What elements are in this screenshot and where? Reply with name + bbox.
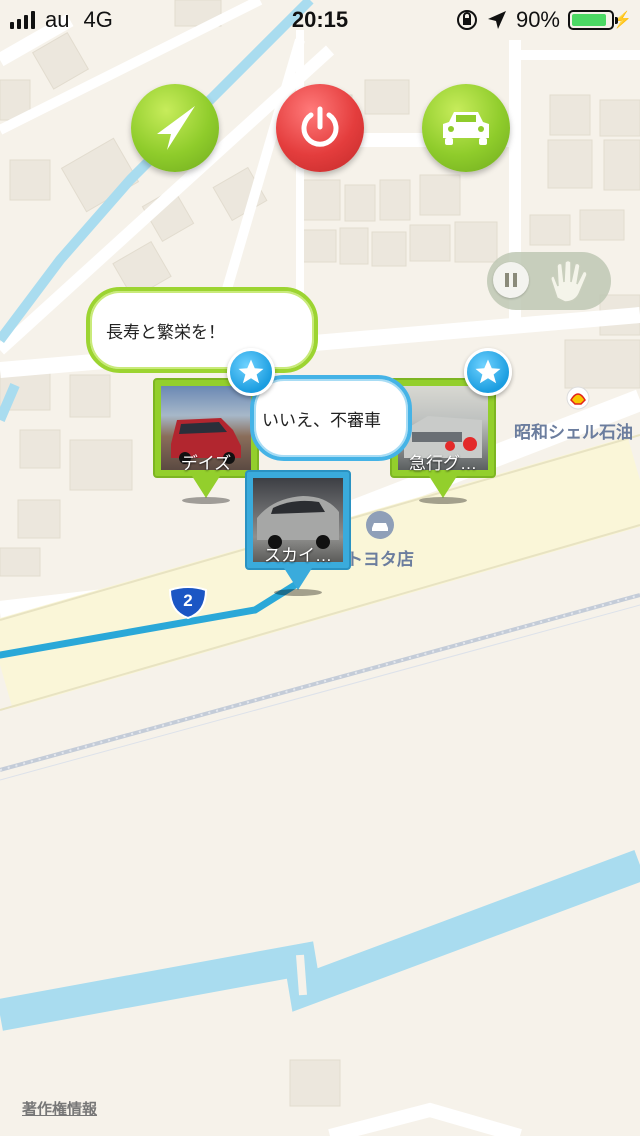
car-icon	[443, 112, 489, 145]
pin-label: 急行グ…	[409, 454, 477, 473]
car-button[interactable]	[422, 84, 510, 172]
network-label: 4G	[83, 7, 113, 32]
poi-shell-label[interactable]: 昭和シェル石油	[514, 418, 633, 443]
star-badge-icon	[464, 348, 512, 396]
signal-strength-icon	[10, 11, 35, 29]
pin-label: スカイ…	[264, 546, 332, 565]
battery-fill	[572, 14, 606, 26]
carrier-label: au	[45, 7, 70, 32]
route-number-label: 2	[183, 591, 193, 610]
hand-icon	[550, 259, 588, 303]
pause-icon[interactable]	[493, 262, 529, 298]
car-pin-skyline[interactable]: スカイ…	[245, 470, 351, 596]
power-icon	[301, 106, 339, 147]
pause-toggle[interactable]	[487, 252, 611, 310]
location-services-icon	[487, 11, 506, 29]
pin-label: デイズ	[180, 454, 232, 473]
bubble-text: 長寿と繁栄を！	[106, 322, 225, 342]
status-bar: au 4G 20:15 90% ⚡	[0, 0, 640, 40]
speech-bubble-no-suspicious: いいえ、不審車	[250, 375, 412, 461]
navigate-button[interactable]	[131, 84, 219, 172]
copyright-link[interactable]: 著作権情報	[22, 1098, 97, 1119]
speech-bubble-long-life: 長寿と繁栄を！	[86, 287, 318, 373]
route-number-marker: 2	[168, 586, 208, 620]
battery-icon: ⚡	[568, 10, 632, 30]
star-badge-icon	[227, 348, 275, 396]
car-dealer-icon	[365, 510, 395, 545]
shell-icon	[566, 386, 590, 415]
bubble-text: いいえ、不審車	[262, 410, 381, 430]
battery-percent: 90%	[515, 7, 560, 32]
orientation-lock-icon	[456, 10, 477, 30]
navigation-arrow-icon	[157, 106, 195, 150]
poi-toyota-label[interactable]: トヨタ店	[346, 545, 414, 570]
power-button[interactable]	[276, 84, 364, 172]
